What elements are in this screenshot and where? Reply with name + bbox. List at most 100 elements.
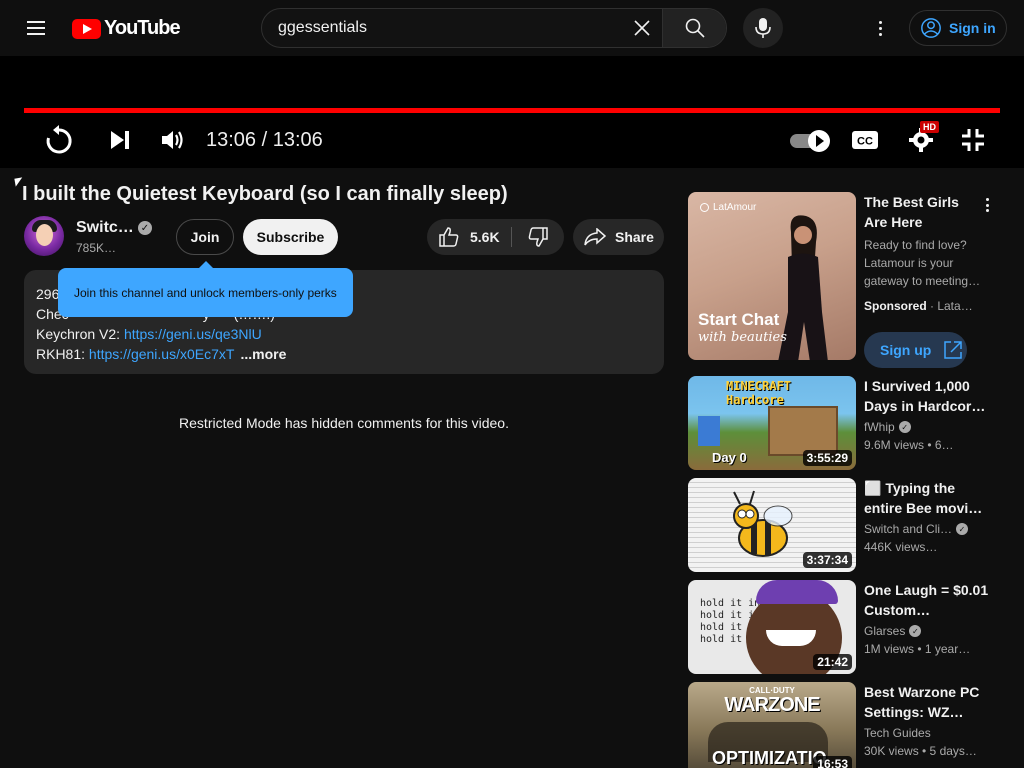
verified-icon: ✓ <box>138 221 152 235</box>
search-button[interactable] <box>662 9 726 47</box>
show-more-button[interactable]: ...more <box>240 346 286 362</box>
share-icon <box>584 228 606 246</box>
mute-button[interactable] <box>158 120 188 160</box>
replay-icon <box>46 125 72 154</box>
voice-search-button[interactable] <box>743 8 783 48</box>
ad-sign-up-button[interactable]: Sign up <box>864 332 967 368</box>
video-player[interactable]: 13:06 / 13:06 CC HD <box>0 56 1024 168</box>
dislike-button[interactable] <box>512 219 564 255</box>
recommended-video[interactable]: MINECRAFT Hardcore Day 0 3:55:29 I Survi… <box>688 376 1008 470</box>
channel-avatar[interactable] <box>24 216 64 256</box>
sign-in-label: Sign in <box>949 20 996 36</box>
brand-logo-icon <box>700 203 709 212</box>
subscriber-count: 785K… <box>76 241 117 255</box>
next-button[interactable] <box>106 120 134 160</box>
video-duration: 3:55:29 <box>802 450 852 466</box>
thumb-cap <box>756 580 838 604</box>
channel-name[interactable]: Switc… <box>76 219 134 237</box>
thumb-text-line: hold it in <box>700 598 761 609</box>
video-channel[interactable]: fWhip ✓ <box>864 420 911 434</box>
ad-title[interactable]: The Best Girls Are Here <box>864 192 984 232</box>
video-thumbnail[interactable]: 3:37:34 <box>688 478 856 572</box>
autoplay-toggle[interactable] <box>790 130 830 152</box>
ad-brand-name: LatAmour <box>713 202 757 213</box>
search-icon <box>685 18 705 38</box>
ad-thumb-subline: with beauties <box>698 330 787 345</box>
captions-button[interactable]: CC <box>850 120 880 160</box>
video-duration: 16:53 <box>813 756 852 768</box>
exit-fullscreen-button[interactable] <box>958 120 988 160</box>
microphone-icon <box>755 18 771 38</box>
video-channel-name: fWhip <box>864 420 895 434</box>
recommended-video[interactable]: hold it in hold it in hold it in hold it in… <box>688 580 1008 674</box>
settings-button[interactable]: HD <box>904 120 939 160</box>
thumb-headline: MINECRAFT Hardcore <box>726 379 792 407</box>
svg-text:CC: CC <box>857 136 873 148</box>
like-button[interactable]: 5.6K <box>427 219 511 255</box>
video-meta: 446K views… <box>864 540 938 554</box>
thumb-headline: WARZONE <box>724 694 820 716</box>
ad-description: Ready to find love? Latamour is your gat… <box>864 238 981 288</box>
recommended-video[interactable]: 3:37:34 ⬜ Typing the entire Bee movi… Sw… <box>688 478 1008 572</box>
progress-bar[interactable] <box>24 108 1000 113</box>
video-meta: 30K views • 5 days… <box>864 744 977 758</box>
recommended-video[interactable]: CALL·DUTY WARZONE OPTIMIZATIO 16:53 Best… <box>688 682 1008 768</box>
time-display: 13:06 / 13:06 <box>206 129 323 151</box>
volume-icon <box>162 131 183 149</box>
video-meta: 1M views • 1 year… <box>864 642 971 656</box>
ad-sponsored-label: Sponsored · Lata… <box>864 299 973 313</box>
video-duration: 3:37:34 <box>802 552 852 568</box>
share-label: Share <box>615 229 654 245</box>
video-duration: 21:42 <box>813 654 852 670</box>
subscribe-button[interactable]: Subscribe <box>243 219 338 255</box>
thumbs-up-icon <box>439 227 459 247</box>
youtube-logo[interactable]: YouTube <box>72 17 181 40</box>
share-button[interactable]: Share <box>573 219 664 255</box>
video-meta: 9.6M views • 6… <box>864 438 954 452</box>
menu-icon[interactable] <box>18 10 54 46</box>
video-channel[interactable]: Tech Guides <box>864 726 931 740</box>
youtube-play-icon <box>72 18 101 39</box>
account-icon <box>921 18 941 38</box>
video-title: I built the Quietest Keyboard (so I can … <box>22 183 508 205</box>
ad-brand: LatAmour <box>700 202 756 213</box>
keychron-label: Keychron V2: <box>36 326 124 342</box>
video-thumbnail[interactable]: hold it in hold it in hold it in hold it in… <box>688 580 856 674</box>
search-input[interactable] <box>262 9 622 47</box>
thumb-day-label: Day 0 <box>712 450 747 465</box>
video-thumbnail[interactable]: CALL·DUTY WARZONE OPTIMIZATIO 16:53 <box>688 682 856 768</box>
mouse-cursor <box>14 177 24 187</box>
video-thumbnail[interactable]: MINECRAFT Hardcore Day 0 3:55:29 <box>688 376 856 470</box>
video-channel-name: Glarses <box>864 624 906 638</box>
settings-more-icon[interactable] <box>868 16 892 40</box>
video-channel[interactable]: Switch and Cli… ✓ <box>864 522 969 536</box>
captions-icon: CC <box>852 131 878 149</box>
join-button[interactable]: Join <box>176 219 234 255</box>
verified-icon: ✓ <box>956 523 969 535</box>
video-title-link[interactable]: Best Warzone PC Settings: WZ… <box>864 682 989 722</box>
verified-icon: ✓ <box>909 625 922 637</box>
video-title-link[interactable]: ⬜ Typing the entire Bee movi… <box>864 478 989 518</box>
search-box <box>261 8 727 48</box>
external-link-icon <box>944 341 963 359</box>
like-dislike-group: 5.6K <box>427 219 564 255</box>
sponsored-ad[interactable]: LatAmour Start Chat with beauties The Be… <box>688 192 1008 368</box>
verified-icon: ✓ <box>898 421 911 433</box>
bee-illustration-icon <box>733 490 793 557</box>
keychron-link[interactable]: https://geni.us/qe3NlU <box>124 326 262 342</box>
clear-search-icon[interactable] <box>622 9 662 47</box>
sign-in-button[interactable]: Sign in <box>909 10 1007 46</box>
video-channel[interactable]: Glarses ✓ <box>864 624 922 638</box>
player-controls: 13:06 / 13:06 CC HD <box>0 120 1024 160</box>
video-title-link[interactable]: One Laugh = $0.01 Custom… <box>864 580 989 620</box>
replay-button[interactable] <box>42 120 76 160</box>
rkh-link[interactable]: https://geni.us/x0Ec7xT <box>89 346 235 362</box>
ad-thumbnail[interactable]: LatAmour Start Chat with beauties <box>688 192 856 360</box>
exit-fullscreen-icon <box>962 129 984 151</box>
thumbs-down-icon <box>528 227 548 247</box>
hd-badge: HD <box>920 121 939 133</box>
ad-menu-icon[interactable] <box>984 196 990 214</box>
video-channel-name: Switch and Cli… <box>864 522 953 536</box>
video-title-link[interactable]: I Survived 1,000 Days in Hardcor… <box>864 376 989 416</box>
join-tooltip: Join this channel and unlock members-onl… <box>58 261 353 317</box>
